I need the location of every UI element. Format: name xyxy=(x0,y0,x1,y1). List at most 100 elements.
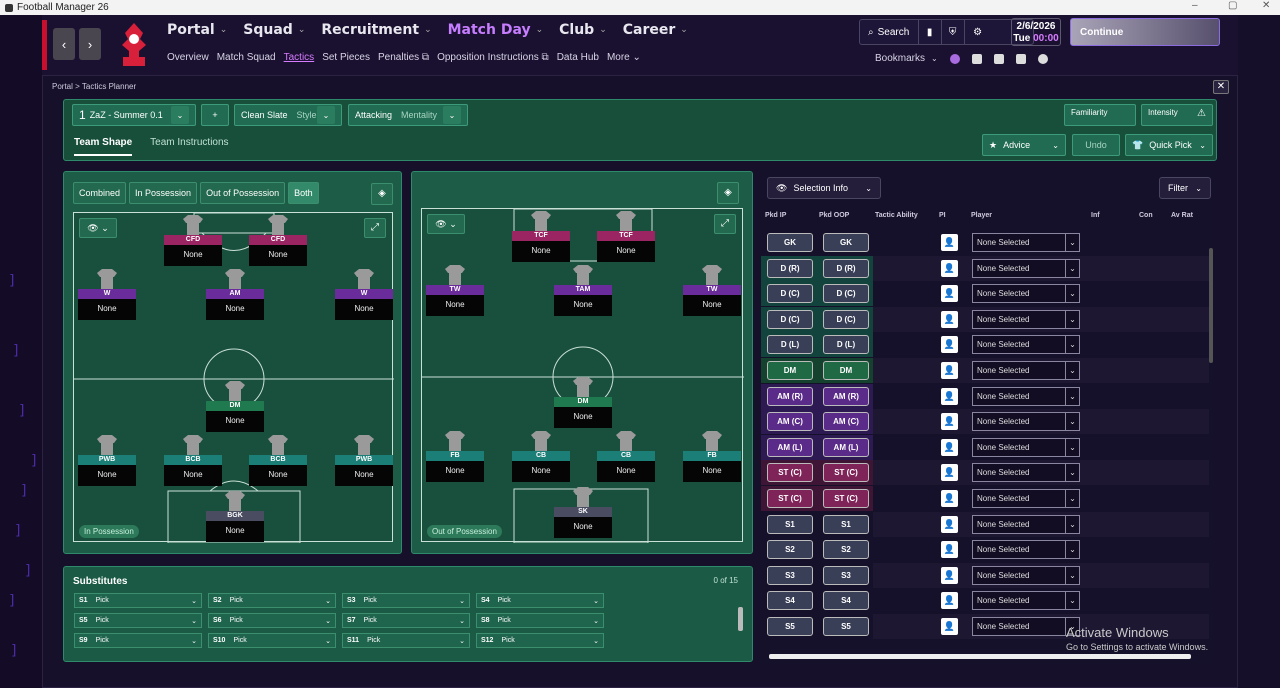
submenu-overview[interactable]: Overview xyxy=(167,52,209,63)
player-select[interactable]: None Selected ⌄ xyxy=(972,463,1080,483)
breadcrumb-portal[interactable]: Portal xyxy=(52,82,73,91)
picked-oop-position[interactable]: GK xyxy=(823,233,869,252)
table-row[interactable]: D (L) D (L) 👤 None Selected ⌄ xyxy=(761,332,1209,358)
table-row[interactable]: D (C) D (C) 👤 None Selected ⌄ xyxy=(761,281,1209,307)
substitute-slot[interactable]: S3 Pick ⌄ xyxy=(342,593,470,608)
picked-oop-position[interactable]: D (C) xyxy=(823,284,869,304)
picked-ip-position[interactable]: D (R) xyxy=(767,258,813,278)
vertical-scrollbar[interactable] xyxy=(1209,248,1213,363)
column-header[interactable]: PI xyxy=(939,212,946,219)
menu-squad[interactable]: Squad ⌄ xyxy=(243,22,305,38)
chevron-down-icon[interactable]: ⌄ xyxy=(931,54,938,63)
picked-ip-position[interactable]: GK xyxy=(767,233,813,252)
picked-oop-position[interactable]: D (C) xyxy=(823,309,869,329)
person-icon[interactable]: 👤 xyxy=(941,438,958,456)
substitutes-scrollbar[interactable] xyxy=(738,607,743,631)
club-crest-icon[interactable] xyxy=(119,21,149,69)
table-row[interactable]: GK GK 👤 None Selected ⌄ xyxy=(761,230,1209,255)
substitute-slot[interactable]: S5 Pick ⌄ xyxy=(74,613,202,628)
intensity-indicator[interactable]: Intensity ⚠ xyxy=(1141,104,1213,126)
player-select[interactable]: None Selected ⌄ xyxy=(972,233,1080,252)
picked-ip-position[interactable]: S5 xyxy=(767,617,813,636)
substitute-slot[interactable]: S6 Pick ⌄ xyxy=(208,613,336,628)
picked-ip-position[interactable]: DM xyxy=(767,361,813,380)
player-select[interactable]: None Selected ⌄ xyxy=(972,284,1080,304)
picked-ip-position[interactable]: AM (C) xyxy=(767,412,813,432)
tactic-selector[interactable]: 1 ZaZ - Summer 0.1 ⌄ xyxy=(72,104,196,126)
table-row[interactable]: AM (R) AM (R) 👤 None Selected ⌄ xyxy=(761,383,1209,409)
player-slot[interactable]: FB None xyxy=(683,431,741,484)
game-date[interactable]: 2/6/2026 Tue 00:00 xyxy=(1011,18,1061,46)
picked-ip-position[interactable]: AM (R) xyxy=(767,386,813,406)
player-select[interactable]: None Selected ⌄ xyxy=(972,309,1080,329)
substitute-slot[interactable]: S7 Pick ⌄ xyxy=(342,613,470,628)
table-row[interactable]: D (C) D (C) 👤 None Selected ⌄ xyxy=(761,306,1209,332)
picked-ip-position[interactable]: S3 xyxy=(767,565,813,585)
person-icon[interactable]: 👤 xyxy=(941,618,958,635)
player-select[interactable]: None Selected ⌄ xyxy=(972,412,1080,432)
player-select[interactable]: None Selected ⌄ xyxy=(972,437,1080,457)
picked-oop-position[interactable]: S3 xyxy=(823,565,869,585)
horizontal-scrollbar[interactable] xyxy=(769,654,1191,659)
table-row[interactable]: ST (C) ST (C) 👤 None Selected ⌄ xyxy=(761,486,1209,511)
back-button[interactable]: ‹ xyxy=(53,28,75,60)
person-icon[interactable]: 👤 xyxy=(941,234,958,251)
add-tactic-button[interactable]: + xyxy=(201,104,229,126)
column-header[interactable]: Player xyxy=(971,212,992,219)
player-slot[interactable]: W None xyxy=(335,269,393,322)
table-row[interactable]: S2 S2 👤 None Selected ⌄ xyxy=(761,537,1209,563)
substitute-slot[interactable]: S8 Pick ⌄ xyxy=(476,613,604,628)
player-slot[interactable]: CFD None xyxy=(249,215,307,268)
player-select[interactable]: None Selected ⌄ xyxy=(972,489,1080,508)
menu-recruitment[interactable]: Recruitment ⌄ xyxy=(321,22,431,38)
table-row[interactable]: DM DM 👤 None Selected ⌄ xyxy=(761,358,1209,383)
submenu-data-hub[interactable]: Data Hub xyxy=(557,52,599,63)
submenu-opposition-instructions[interactable]: Opposition Instructions ⧉ xyxy=(437,52,549,63)
player-slot[interactable]: CB None xyxy=(512,431,570,484)
familiarity-indicator[interactable]: Familiarity xyxy=(1064,104,1136,126)
person-icon[interactable]: 👤 xyxy=(941,259,958,277)
substitute-slot[interactable]: S4 Pick ⌄ xyxy=(476,593,604,608)
player-select[interactable]: None Selected ⌄ xyxy=(972,386,1080,406)
player-slot[interactable]: PWB None xyxy=(335,435,393,488)
table-row[interactable]: S1 S1 👤 None Selected ⌄ xyxy=(761,511,1209,537)
search-label[interactable]: Search xyxy=(878,27,918,38)
player-select[interactable]: None Selected ⌄ xyxy=(972,361,1080,380)
table-row[interactable]: D (R) D (R) 👤 None Selected ⌄ xyxy=(761,255,1209,281)
picked-ip-position[interactable]: S4 xyxy=(767,591,813,611)
submenu-match-squad[interactable]: Match Squad xyxy=(217,52,276,63)
table-row[interactable]: ST (C) ST (C) 👤 None Selected ⌄ xyxy=(761,460,1209,486)
substitute-slot[interactable]: S1 Pick ⌄ xyxy=(74,593,202,608)
quick-pick-button[interactable]: 👕 Quick Pick ⌄ xyxy=(1125,134,1213,156)
player-select[interactable]: None Selected ⌄ xyxy=(972,617,1080,636)
column-header[interactable]: Av Rat xyxy=(1171,212,1193,219)
advice-button[interactable]: ★ Advice ⌄ xyxy=(982,134,1066,156)
substitute-slot[interactable]: S12 Pick ⌄ xyxy=(476,633,604,648)
tactics-icon[interactable] xyxy=(1015,53,1026,64)
player-slot[interactable]: W None xyxy=(78,269,136,322)
picked-oop-position[interactable]: S4 xyxy=(823,591,869,611)
menu-match-day[interactable]: Match Day ⌄ xyxy=(448,22,544,38)
column-header[interactable]: Pkd OOP xyxy=(819,212,849,219)
picked-oop-position[interactable]: D (R) xyxy=(823,258,869,278)
column-header[interactable]: Inf xyxy=(1091,212,1100,219)
person-icon[interactable]: 👤 xyxy=(941,336,958,354)
person-icon[interactable]: 👤 xyxy=(941,515,958,533)
player-select[interactable]: None Selected ⌄ xyxy=(972,591,1080,611)
shirt-icon[interactable] xyxy=(971,53,982,64)
picked-oop-position[interactable]: ST (C) xyxy=(823,463,869,483)
undo-button[interactable]: Undo xyxy=(1072,134,1120,156)
player-slot[interactable]: BCB None xyxy=(164,435,222,488)
table-row[interactable]: AM (L) AM (L) 👤 None Selected ⌄ xyxy=(761,434,1209,460)
person-icon[interactable]: 👤 xyxy=(941,362,958,379)
person-icon[interactable]: 👤 xyxy=(941,592,958,610)
filter-button[interactable]: Filter ⌄ xyxy=(1159,177,1211,199)
expand-icon[interactable]: ⤢ xyxy=(364,218,386,238)
player-slot[interactable]: BGK None xyxy=(206,491,264,544)
maximize-button[interactable]: ▢ xyxy=(1228,0,1237,11)
player-slot[interactable]: TW None xyxy=(426,265,484,318)
tab-team-instructions[interactable]: Team Instructions xyxy=(150,137,228,156)
person-icon[interactable]: 👤 xyxy=(941,413,958,431)
picked-oop-position[interactable]: S2 xyxy=(823,540,869,560)
player-select[interactable]: None Selected ⌄ xyxy=(972,540,1080,560)
